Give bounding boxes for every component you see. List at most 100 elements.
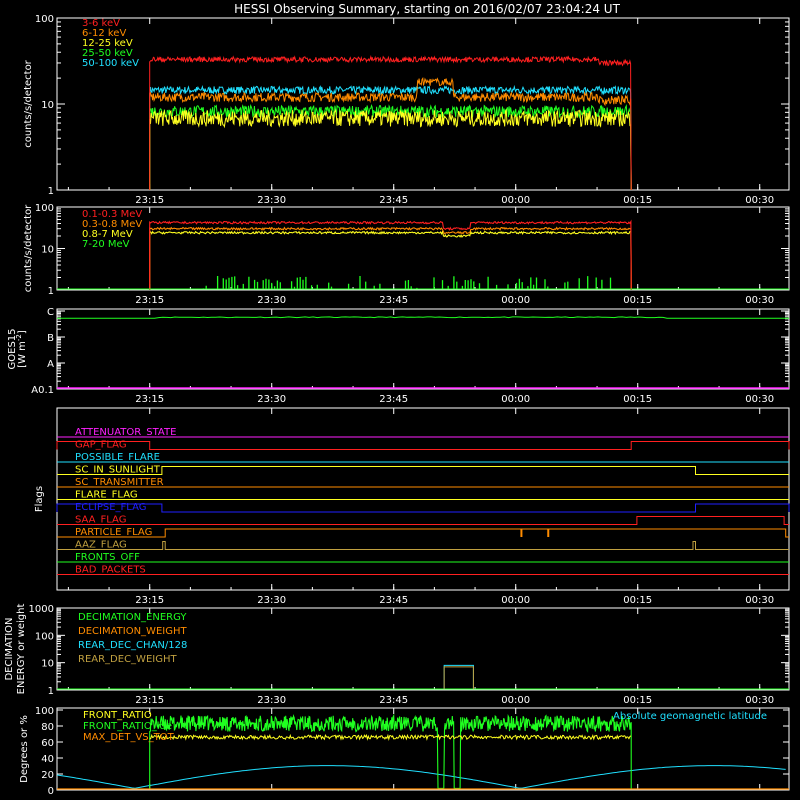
decimation-panel-ytick-label: 10 bbox=[41, 659, 54, 670]
decimation-panel-xtick-label: 23:45 bbox=[379, 695, 408, 706]
goes-panel-xtick-label: 23:15 bbox=[135, 394, 164, 405]
low-energy-ylabel: counts/s/detector bbox=[23, 59, 34, 147]
flag-label-4: SC_TRANSMITTER bbox=[75, 477, 164, 488]
high-energy-panel-ytick-label: 10 bbox=[41, 245, 54, 256]
high-energy-series-2 bbox=[149, 230, 632, 291]
goes-ylabel-units: [W m-2] bbox=[15, 330, 28, 368]
high-energy-spikes bbox=[202, 276, 612, 290]
high-energy-panel-xtick-label: 00:15 bbox=[623, 295, 652, 306]
high-energy-panel-xtick-label: 23:45 bbox=[379, 295, 408, 306]
decimation-box-3 bbox=[443, 666, 474, 689]
low-energy-panel-xtick-label: 00:15 bbox=[623, 195, 652, 206]
flags-panel-xtick-label: 00:00 bbox=[501, 595, 530, 606]
low-energy-panel-ytick-label: 10 bbox=[41, 100, 54, 111]
decimation-legend-0: DECIMATION_ENERGY bbox=[78, 612, 187, 623]
flag-label-5: FLARE_FLAG bbox=[75, 490, 138, 501]
decimation-panel-ytick-label: 100 bbox=[35, 631, 54, 642]
low-energy-series-4 bbox=[149, 84, 632, 191]
ratios-front bbox=[149, 733, 632, 742]
ratios-latitude bbox=[56, 765, 786, 789]
high-energy-panel-ytick-label: 1 bbox=[48, 286, 54, 297]
decimation-legend-1: DECIMATION_WEIGHT bbox=[78, 626, 187, 637]
decimation-box-2 bbox=[443, 664, 474, 689]
ratios-legend-2: MAX_DET_VS_TOT bbox=[83, 732, 175, 743]
flag-label-6: ECLIPSE_FLAG bbox=[75, 502, 146, 513]
high-energy-panel-ytick-label: 100 bbox=[35, 203, 54, 214]
ratios-ytick-label: 100 bbox=[35, 706, 54, 717]
figure-title: HESSI Observing Summary, starting on 201… bbox=[234, 2, 620, 16]
flags-panel-xtick-label: 23:45 bbox=[379, 595, 408, 606]
high-energy-panel-xtick-label: 00:30 bbox=[745, 295, 774, 306]
flag-line-8 bbox=[57, 528, 789, 538]
flags-ylabel: Flags bbox=[34, 486, 45, 512]
flags-panel-xtick-label: 00:30 bbox=[745, 595, 774, 606]
decimation-panel-xtick-label: 23:15 bbox=[135, 695, 164, 706]
decimation-legend-2: REAR_DEC_CHAN/128 bbox=[78, 640, 187, 651]
low-energy-panel-ytick-label: 100 bbox=[35, 14, 54, 25]
ratios-ytick-label: 40 bbox=[41, 754, 54, 765]
high-energy-panel-xtick-label: 23:30 bbox=[257, 295, 286, 306]
high-energy-panel-frame bbox=[56, 206, 790, 291]
low-energy-legend-4: 50-100 keV bbox=[82, 58, 139, 69]
flag-label-10: FRONTS_OFF bbox=[75, 552, 140, 563]
flag-label-1: GAP_FLAG bbox=[75, 440, 127, 451]
goes-panel-xtick-label: 00:30 bbox=[745, 394, 774, 405]
high-energy-series-1 bbox=[149, 226, 632, 291]
decimation-legend-3: REAR_DEC_WEIGHT bbox=[78, 654, 177, 665]
decimation-ylabel: DECIMATION bbox=[4, 617, 15, 680]
high-energy-legend-3: 7-20 MeV bbox=[82, 239, 130, 250]
ratios-ytick-label: 0 bbox=[48, 786, 54, 797]
ratios-front-lde bbox=[149, 713, 632, 790]
hessi-summary-figure: HESSI Observing Summary, starting on 201… bbox=[0, 0, 800, 800]
low-energy-panel-xtick-label: 23:15 bbox=[135, 195, 164, 206]
ratios-legend-0: FRONT_RATIO bbox=[83, 710, 152, 721]
flag-line-6 bbox=[56, 503, 790, 513]
flags-panel-xtick-label: 00:15 bbox=[623, 595, 652, 606]
decimation-panel-xtick-label: 00:15 bbox=[623, 695, 652, 706]
flag-line-7 bbox=[57, 516, 789, 525]
low-energy-panel-xtick-label: 23:30 bbox=[257, 195, 286, 206]
low-energy-panel-xtick-label: 00:00 bbox=[501, 195, 530, 206]
flag-label-7: SAA_FLAG bbox=[75, 515, 126, 526]
goes-panel-xtick-label: 00:00 bbox=[501, 394, 530, 405]
goes-panel-frame bbox=[56, 308, 790, 390]
ratios-annotation: Absolute geomagnetic latitude bbox=[613, 711, 767, 722]
low-energy-panel-xtick-label: 23:45 bbox=[379, 195, 408, 206]
flag-line-3 bbox=[57, 466, 789, 475]
flag-line-1 bbox=[56, 441, 790, 450]
decimation-panel-ytick-label: 1 bbox=[48, 686, 54, 697]
flag-label-0: ATTENUATOR_STATE bbox=[75, 427, 176, 438]
low-energy-panel-ytick-label: 1 bbox=[48, 186, 54, 197]
low-energy-panel-xtick-label: 00:30 bbox=[745, 195, 774, 206]
ratios-ylabel: Degrees or % bbox=[19, 715, 30, 783]
low-energy-series-2 bbox=[149, 108, 632, 191]
decimation-ylabel2: ENERGY or weight bbox=[16, 604, 27, 695]
high-energy-ylabel: counts/s/detector bbox=[23, 204, 34, 292]
goes-long-series bbox=[57, 316, 789, 319]
goes-panel-xtick-label: 00:15 bbox=[623, 394, 652, 405]
flags-panel-xtick-label: 23:15 bbox=[135, 595, 164, 606]
flag-label-2: POSSIBLE_FLARE bbox=[75, 452, 160, 463]
low-energy-series-1 bbox=[149, 77, 632, 191]
goes-panel-xtick-label: 23:45 bbox=[379, 394, 408, 405]
flag-label-3: SC_IN_SUNLIGHT bbox=[75, 465, 161, 476]
flag-label-9: AAZ_FLAG bbox=[75, 540, 127, 551]
hessi-summary-svg: HESSI Observing Summary, starting on 201… bbox=[4, 2, 790, 797]
decimation-panel-ytick-label: 1000 bbox=[29, 604, 54, 615]
low-energy-panel-frame bbox=[56, 17, 790, 191]
goes-ytick-label: C bbox=[47, 307, 54, 318]
high-energy-panel-xtick-label: 00:00 bbox=[501, 295, 530, 306]
ratios-ytick-label: 20 bbox=[41, 770, 54, 781]
ratios-ytick-label: 80 bbox=[41, 722, 54, 733]
ratios-legend-1: FRONT_RATIO_lde bbox=[83, 721, 172, 732]
flag-label-11: BAD_PACKETS bbox=[75, 565, 146, 576]
goes-ytick-label: A0.1 bbox=[31, 385, 54, 396]
goes-ytick-label: A bbox=[47, 359, 54, 370]
high-energy-panel-xtick-label: 23:15 bbox=[135, 295, 164, 306]
ratios-ytick-label: 60 bbox=[41, 738, 54, 749]
flags-panel-xtick-label: 23:30 bbox=[257, 595, 286, 606]
goes-ytick-label: B bbox=[47, 333, 54, 344]
decimation-panel-xtick-label: 23:30 bbox=[257, 695, 286, 706]
flag-line-9 bbox=[57, 541, 789, 550]
flag-label-8: PARTICLE_FLAG bbox=[75, 527, 152, 538]
